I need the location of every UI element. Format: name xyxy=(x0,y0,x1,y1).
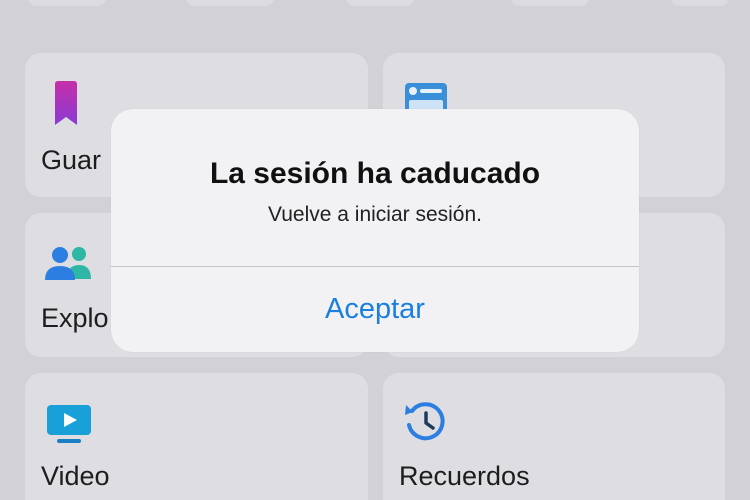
accept-button[interactable]: Aceptar xyxy=(111,267,639,352)
alert-title: La sesión ha caducado xyxy=(209,157,541,190)
alert-message: Vuelve a iniciar sesión. xyxy=(268,203,482,226)
session-expired-alert: La sesión ha caducado Vuelve a iniciar s… xyxy=(111,109,639,352)
app-screen: Guar Explo Video Recuerdos La sesión ha … xyxy=(0,0,750,500)
